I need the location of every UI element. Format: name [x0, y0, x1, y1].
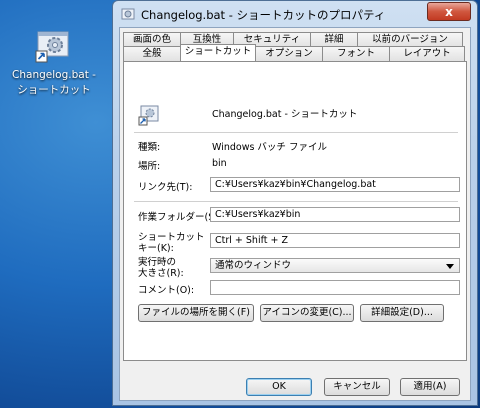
- batch-file-gear-icon: [35, 26, 73, 64]
- ok-button[interactable]: OK: [246, 378, 312, 396]
- desktop-icon-label-line2: ショートカット: [17, 84, 91, 96]
- run-label-line2: 大きさ(R):: [138, 268, 184, 279]
- tab-font[interactable]: フォント: [322, 46, 390, 61]
- start-in-input[interactable]: C:¥Users¥kaz¥bin: [210, 207, 460, 222]
- chevron-down-icon: [446, 264, 454, 269]
- tab-options[interactable]: オプション: [255, 46, 323, 61]
- shortcut-file-icon: [138, 104, 160, 126]
- target-input[interactable]: C:¥Users¥kaz¥bin¥Changelog.bat: [210, 177, 460, 192]
- tab-previous-versions[interactable]: 以前のバージョン: [357, 32, 463, 47]
- location-value: bin: [212, 158, 227, 169]
- hotkey-input[interactable]: Ctrl + Shift + Z: [210, 233, 460, 248]
- run-select[interactable]: 通常のウィンドウ: [210, 258, 460, 273]
- tab-general[interactable]: 全般: [123, 46, 181, 61]
- apply-button[interactable]: 適用(A): [400, 378, 460, 396]
- tab-shortcut[interactable]: ショートカット: [180, 44, 256, 61]
- desktop-shortcut-icon[interactable]: Changelog.bat - ショートカット: [6, 26, 102, 98]
- tab-color[interactable]: 画面の色: [123, 32, 181, 47]
- location-label: 場所:: [138, 161, 161, 172]
- close-button[interactable]: x: [427, 2, 471, 21]
- desktop-icon-label-line1: Changelog.bat -: [12, 69, 96, 81]
- change-icon-button[interactable]: アイコンの変更(C)...: [260, 304, 354, 322]
- separator: [134, 201, 458, 202]
- dialog-client-area: 画面の色 互換性 セキュリティ 詳細 以前のバージョン 全般 ショートカット オ…: [119, 27, 471, 401]
- tab-details[interactable]: 詳細: [310, 32, 358, 47]
- window-title: Changelog.bat - ショートカットのプロパティ: [141, 8, 386, 22]
- shortcut-name: Changelog.bat - ショートカット: [212, 109, 358, 120]
- comment-input[interactable]: [210, 280, 460, 295]
- tab-row-1: 画面の色 互換性 セキュリティ 詳細 以前のバージョン: [123, 32, 463, 47]
- start-in-label: 作業フォルダー(S):: [138, 212, 222, 223]
- window-app-icon: [121, 7, 135, 21]
- cancel-button[interactable]: キャンセル: [324, 378, 390, 396]
- type-label: 種類:: [138, 142, 161, 153]
- comment-label: コメント(O):: [138, 285, 195, 296]
- open-file-location-button[interactable]: ファイルの場所を開く(F): [138, 304, 254, 322]
- title-bar[interactable]: Changelog.bat - ショートカットのプロパティ x: [113, 1, 477, 27]
- properties-window: Changelog.bat - ショートカットのプロパティ x 画面の色 互換性…: [112, 0, 478, 406]
- advanced-button[interactable]: 詳細設定(D)...: [360, 304, 444, 322]
- separator: [134, 132, 458, 133]
- tab-layout[interactable]: レイアウト: [389, 46, 465, 61]
- target-label: リンク先(T):: [138, 182, 193, 193]
- hotkey-label-line2: キー(K):: [138, 243, 174, 254]
- run-select-value: 通常のウィンドウ: [215, 260, 292, 271]
- shortcut-tab-panel: Changelog.bat - ショートカット 種類: Windows バッチ …: [123, 61, 467, 361]
- type-value: Windows バッチ ファイル: [212, 142, 327, 153]
- tab-row-2: 全般 ショートカット オプション フォント レイアウト: [123, 44, 465, 61]
